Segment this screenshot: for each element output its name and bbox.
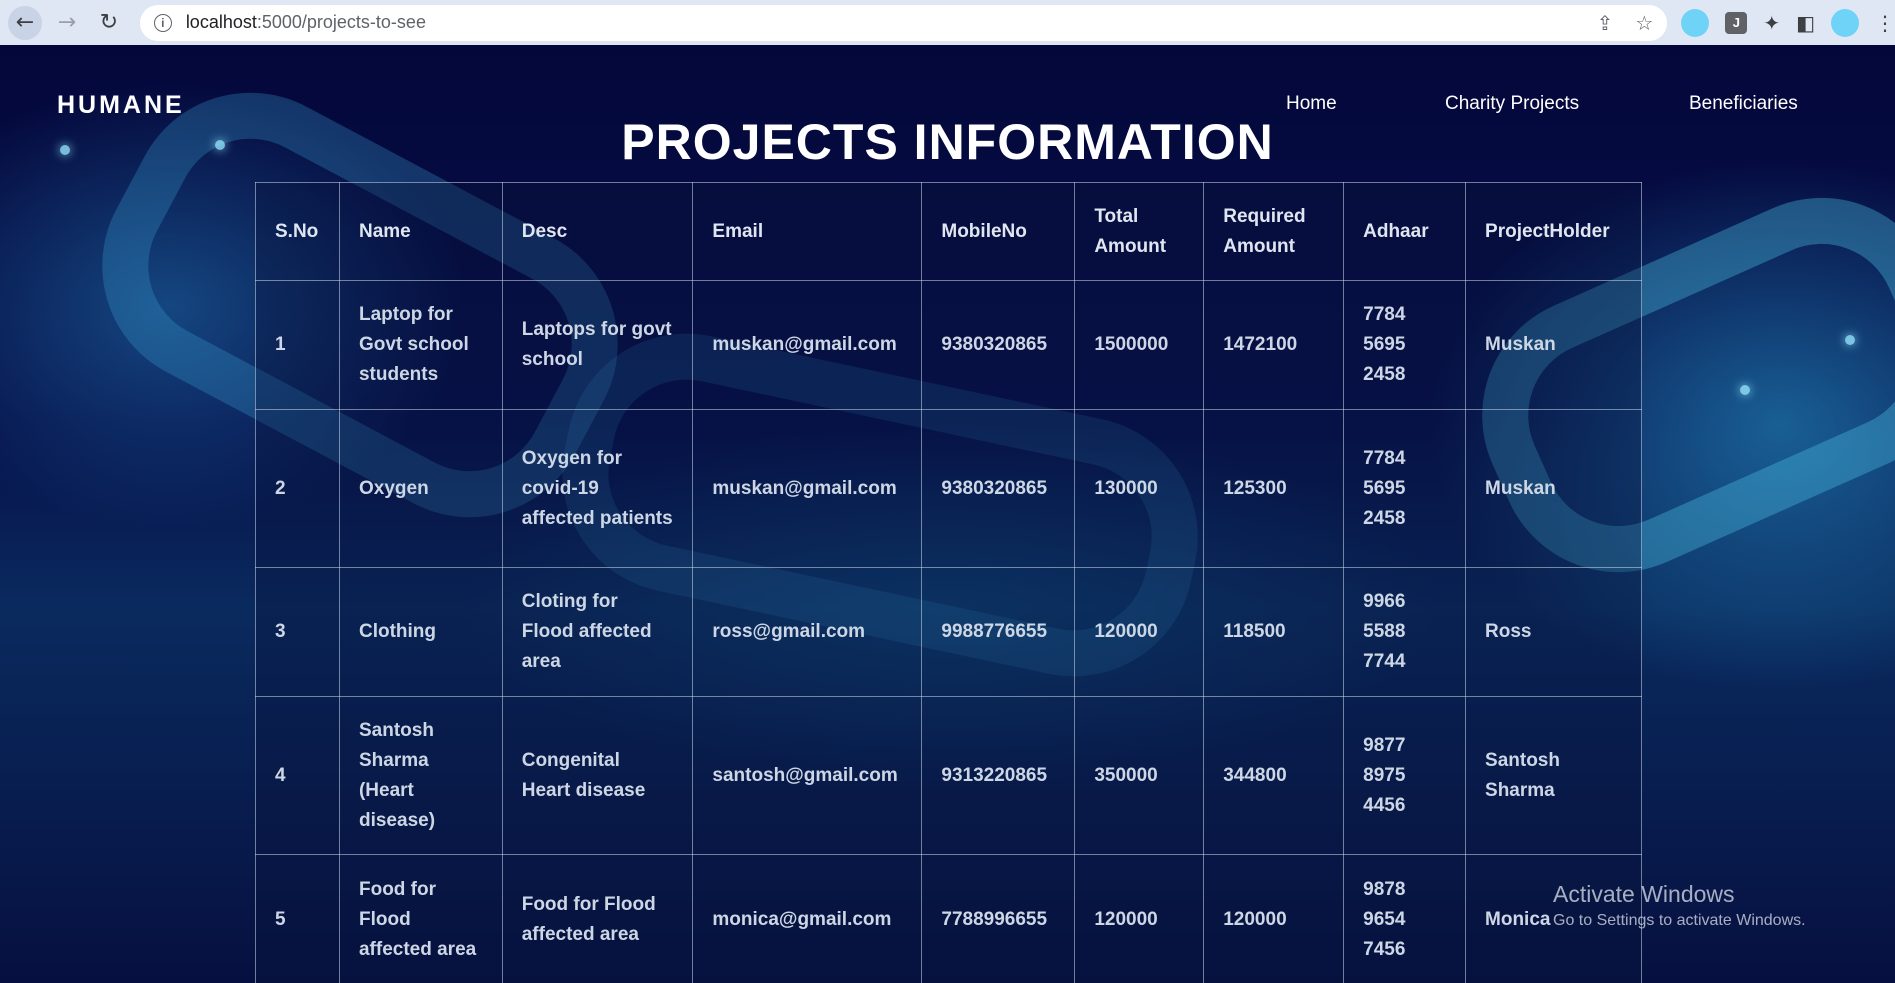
cell-adhaar: 7784 5695 2458 [1343, 280, 1467, 410]
nav-home[interactable]: Home [1286, 93, 1337, 115]
page-title: PROJECTS INFORMATION [621, 114, 1274, 170]
cell-mobile: 9988776655 [921, 567, 1076, 697]
extension-j-icon[interactable]: J [1725, 11, 1748, 34]
cell-desc: Oxygen for covid-19 affected patients [501, 409, 694, 568]
cell-mobile: 9380320865 [921, 280, 1076, 410]
page-background: HUMANE Home Charity Projects Beneficiari… [0, 45, 1895, 983]
cell-email: muskan@gmail.com [692, 409, 923, 568]
cell-required-amount: 125300 [1203, 409, 1345, 568]
url-path: :5000/projects-to-see [256, 12, 426, 32]
cell-sno: 1 [255, 280, 340, 410]
cell-mobile: 9313220865 [921, 696, 1076, 855]
col-header: Desc [501, 182, 694, 281]
cell-name: Clothing [338, 567, 503, 697]
cell-desc: Food for Flood affected area [501, 854, 694, 983]
table-row: 1 Laptop for Govt school students Laptop… [255, 280, 1642, 410]
cell-email: santosh@gmail.com [692, 696, 923, 855]
side-panel-icon[interactable]: ◧ [1796, 11, 1815, 35]
cell-total-amount: 1500000 [1074, 280, 1205, 410]
url-text: localhost:5000/projects-to-see [186, 12, 426, 33]
col-header: Email [692, 182, 923, 281]
cell-required-amount: 1472100 [1203, 280, 1345, 410]
cell-mobile: 9380320865 [921, 409, 1076, 568]
cell-desc: Laptops for govt school [501, 280, 694, 410]
table-row: 3 Clothing Cloting for Flood affected ar… [255, 567, 1642, 697]
cell-total-amount: 120000 [1074, 567, 1205, 697]
projects-table: S.No Name Desc Email MobileNo Total Amou… [255, 182, 1642, 983]
url-host: localhost [185, 12, 257, 32]
activate-windows-watermark: Activate Windows Go to Settings to activ… [1553, 881, 1806, 930]
cell-project-holder: Santosh Sharma [1465, 696, 1642, 855]
menu-kebab-icon[interactable]: ⋮ [1875, 11, 1895, 35]
cell-total-amount: 120000 [1074, 854, 1205, 983]
cell-required-amount: 118500 [1203, 567, 1345, 697]
col-header: Required Amount [1203, 182, 1345, 281]
cell-sno: 3 [255, 567, 340, 697]
cell-mobile: 7788996655 [921, 854, 1076, 983]
extensions-puzzle-icon[interactable]: ✦ [1763, 11, 1780, 35]
cell-desc: Congenital Heart disease [501, 696, 694, 855]
extension-circle-icon[interactable] [1681, 8, 1710, 37]
cell-adhaar: 9966 5588 7744 [1343, 567, 1467, 697]
cell-project-holder: Muskan [1465, 409, 1642, 568]
nav-charity-projects[interactable]: Charity Projects [1445, 93, 1579, 115]
watermark-subtitle: Go to Settings to activate Windows. [1553, 912, 1806, 929]
cell-project-holder: Ross [1465, 567, 1642, 697]
col-header: Adhaar [1343, 182, 1467, 281]
col-header: Name [338, 182, 503, 281]
cell-sno: 2 [255, 409, 340, 568]
cell-name: Oxygen [338, 409, 503, 568]
spark-decoration [1740, 385, 1750, 395]
share-icon[interactable]: ⇪ [1597, 11, 1614, 35]
spark-decoration [1845, 335, 1855, 345]
table-row: 5 Food for Flood affected area Food for … [255, 854, 1642, 983]
cell-adhaar: 9877 8975 4456 [1343, 696, 1467, 855]
browser-toolbar: ← → ↻ i localhost:5000/projects-to-see ⇪… [0, 0, 1895, 45]
cell-sno: 5 [255, 854, 340, 983]
cell-email: monica@gmail.com [692, 854, 923, 983]
cell-email: muskan@gmail.com [692, 280, 923, 410]
col-header: S.No [255, 182, 340, 281]
back-arrow-icon[interactable]: ← [8, 5, 42, 40]
cell-adhaar: 7784 5695 2458 [1343, 409, 1467, 568]
cell-sno: 4 [255, 696, 340, 855]
cell-project-holder: Muskan [1465, 280, 1642, 410]
table-header-row: S.No Name Desc Email MobileNo Total Amou… [255, 182, 1642, 281]
site-info-icon[interactable]: i [153, 13, 172, 32]
cell-email: ross@gmail.com [692, 567, 923, 697]
table-row: 4 Santosh Sharma (Heart disease) Congeni… [255, 696, 1642, 855]
nav-beneficiaries[interactable]: Beneficiaries [1689, 93, 1798, 115]
col-header: ProjectHolder [1465, 182, 1642, 281]
cell-required-amount: 344800 [1203, 696, 1345, 855]
address-bar[interactable]: i localhost:5000/projects-to-see ⇪ ☆ [139, 4, 1668, 41]
cell-desc: Cloting for Flood affected area [501, 567, 694, 697]
cell-required-amount: 120000 [1203, 854, 1345, 983]
cell-name: Food for Flood affected area [338, 854, 503, 983]
table-row: 2 Oxygen Oxygen for covid-19 affected pa… [255, 409, 1642, 568]
cell-name: Laptop for Govt school students [338, 280, 503, 410]
cell-name: Santosh Sharma (Heart disease) [338, 696, 503, 855]
col-header: MobileNo [921, 182, 1076, 281]
watermark-title: Activate Windows [1553, 881, 1735, 907]
profile-avatar-icon[interactable] [1830, 8, 1859, 37]
reload-icon[interactable]: ↻ [92, 6, 126, 40]
forward-arrow-icon[interactable]: → [50, 6, 84, 40]
cell-total-amount: 350000 [1074, 696, 1205, 855]
col-header: Total Amount [1074, 182, 1205, 281]
bookmark-star-icon[interactable]: ☆ [1635, 11, 1653, 35]
cell-total-amount: 130000 [1074, 409, 1205, 568]
cell-adhaar: 9878 9654 7456 [1343, 854, 1467, 983]
